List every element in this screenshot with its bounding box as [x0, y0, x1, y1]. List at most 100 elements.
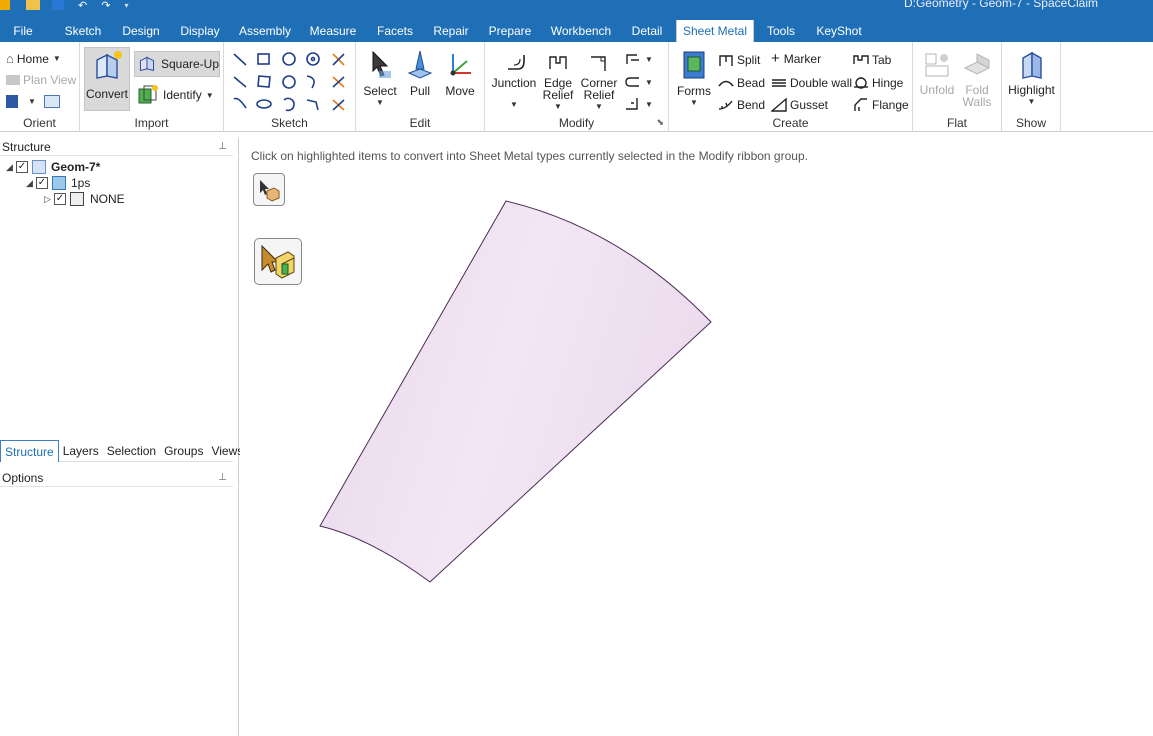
options-panel-header: Options ⊥ [0, 469, 233, 487]
pin-icon[interactable]: ⊥ [218, 469, 227, 487]
identify-icon [138, 85, 158, 104]
forms-button[interactable]: Forms ▼ [673, 49, 715, 109]
tab-tools[interactable]: Tools [760, 20, 802, 42]
redo-icon[interactable]: ↷ [101, 0, 110, 12]
square-up-button[interactable]: Square-Up [134, 51, 220, 77]
hinge-button[interactable]: Hinge [853, 75, 903, 91]
hem-button[interactable]: ▼ [625, 75, 653, 89]
collapse-icon[interactable]: ◢ [6, 162, 16, 173]
move-button[interactable]: Move [440, 49, 480, 97]
customize-chevron-icon[interactable]: ▾ [124, 1, 128, 10]
sheet-metal-surface[interactable] [240, 138, 1153, 736]
plan-view-button[interactable]: Plan View [6, 73, 76, 87]
panel-tab-selection[interactable]: Selection [103, 440, 160, 462]
tab-sheet-metal[interactable]: Sheet Metal [676, 20, 754, 42]
split-icon [719, 55, 733, 66]
tab-feature-label: Tab [872, 53, 892, 67]
tree-label-component: 1ps [71, 176, 91, 190]
tree-row-root[interactable]: ◢ ✓ Geom-7* [6, 159, 100, 175]
collapse-icon[interactable]: ◢ [26, 178, 36, 189]
offset-tool-icon [332, 76, 345, 88]
tab-detail[interactable]: Detail [624, 20, 670, 42]
tab-facets[interactable]: Facets [369, 20, 421, 42]
tree-row-body[interactable]: ▷ ✓ NONE [44, 191, 125, 207]
panel-tab-layers[interactable]: Layers [59, 440, 103, 462]
plan-view-label: Plan View [23, 73, 77, 87]
pull-button[interactable]: Pull [400, 49, 440, 97]
visibility-checkbox[interactable]: ✓ [16, 161, 28, 173]
gusset-label: Gusset [790, 98, 829, 112]
fold-walls-button[interactable]: Fold Walls [957, 50, 997, 108]
expand-icon[interactable]: ▷ [44, 194, 54, 205]
visibility-checkbox[interactable]: ✓ [54, 193, 66, 205]
closed-corner-button[interactable]: ▼ [625, 52, 653, 66]
double-wall-button[interactable]: Double wall [771, 75, 852, 91]
edge-relief-icon [549, 56, 567, 69]
marker-button[interactable]: + Marker [771, 51, 822, 66]
panel-tab-groups[interactable]: Groups [160, 440, 207, 462]
group-label-modify: Modify [558, 116, 595, 130]
identify-button[interactable]: Identify ▼ [137, 84, 214, 106]
polygon-tool-icon [306, 99, 319, 111]
bead-button[interactable]: Bead [718, 75, 765, 91]
undo-icon[interactable]: ↶ [78, 0, 87, 12]
junction-label: Junction [491, 76, 537, 90]
tab-prepare[interactable]: Prepare [482, 20, 538, 42]
chevron-down-icon: ▼ [645, 54, 653, 64]
home-button[interactable]: ⌂ Home ▼ [6, 51, 61, 66]
tab-design[interactable]: Design [115, 20, 167, 42]
quick-access-toolbar: ↶ ↷ ▾ [0, 0, 128, 12]
edge-relief-label-2: Relief [542, 88, 574, 102]
highlight-button[interactable]: Highlight ▼ [1004, 50, 1059, 108]
edge-relief-button[interactable]: Edge Relief ▼ [538, 49, 578, 113]
ribbon: ⌂ Home ▼ Plan View ▼ Orient Convert Squa… [0, 42, 1153, 132]
save-icon[interactable] [52, 0, 64, 10]
hinge-icon [854, 77, 868, 89]
corner-relief-button[interactable]: Corner Relief ▼ [579, 49, 619, 113]
sketch-tools-grid[interactable] [224, 46, 356, 118]
design-canvas[interactable]: Click on highlighted items to convert in… [240, 138, 1153, 736]
arc-tool-icon [306, 75, 315, 89]
bend-button[interactable]: Bend [718, 97, 765, 113]
group-sketch: Sketch [224, 42, 356, 132]
tab-assembly[interactable]: Assembly [233, 20, 297, 42]
three-point-rectangle-icon [257, 75, 271, 88]
home-icon: ⌂ [6, 51, 14, 66]
structure-panel-title: Structure [2, 140, 51, 154]
highlight-label: Highlight [1008, 83, 1055, 97]
chevron-down-icon: ▼ [595, 102, 603, 111]
pin-icon[interactable]: ⊥ [218, 138, 227, 156]
visibility-checkbox[interactable]: ✓ [36, 177, 48, 189]
tab-keyshot[interactable]: KeyShot [810, 20, 868, 42]
tab-measure[interactable]: Measure [304, 20, 362, 42]
gusset-button[interactable]: Gusset [771, 97, 828, 113]
double-wall-label: Double wall [790, 76, 853, 90]
tab-workbench[interactable]: Workbench [545, 20, 617, 42]
view-cube-button[interactable]: ▼ [6, 95, 36, 108]
tab-feature-icon [853, 55, 869, 64]
chevron-down-icon: ▼ [52, 54, 61, 63]
flange-button[interactable]: Flange [853, 97, 909, 113]
junction-button[interactable]: Junction ▼ [489, 49, 539, 111]
tree-row-component[interactable]: ◢ ✓ 1ps [26, 175, 90, 191]
forms-icon [683, 51, 705, 79]
convert-button[interactable]: Convert [84, 47, 130, 111]
select-button[interactable]: Select ▼ [360, 49, 400, 109]
marker-label: Marker [783, 52, 822, 66]
select-label: Select [363, 84, 397, 98]
tab-repair[interactable]: Repair [427, 20, 475, 42]
split-button[interactable]: Split [718, 52, 760, 68]
tab-display[interactable]: Display [174, 20, 226, 42]
group-modify: Junction ▼ Edge Relief ▼ Corner Relief ▼… [485, 42, 669, 132]
move-icon [450, 54, 471, 76]
chevron-down-icon: ▼ [690, 98, 698, 107]
dialog-launcher-icon[interactable]: ⬊ [656, 117, 664, 128]
tab-feature-button[interactable]: Tab [853, 52, 891, 68]
panel-tab-structure[interactable]: Structure [0, 439, 59, 462]
open-icon[interactable] [26, 0, 40, 10]
notch-button[interactable]: ▼ [625, 97, 653, 111]
tab-file[interactable]: File [0, 20, 46, 42]
snap-view-button[interactable] [44, 95, 60, 108]
unfold-button[interactable]: Unfold [917, 50, 957, 96]
tab-sketch[interactable]: Sketch [58, 20, 108, 42]
